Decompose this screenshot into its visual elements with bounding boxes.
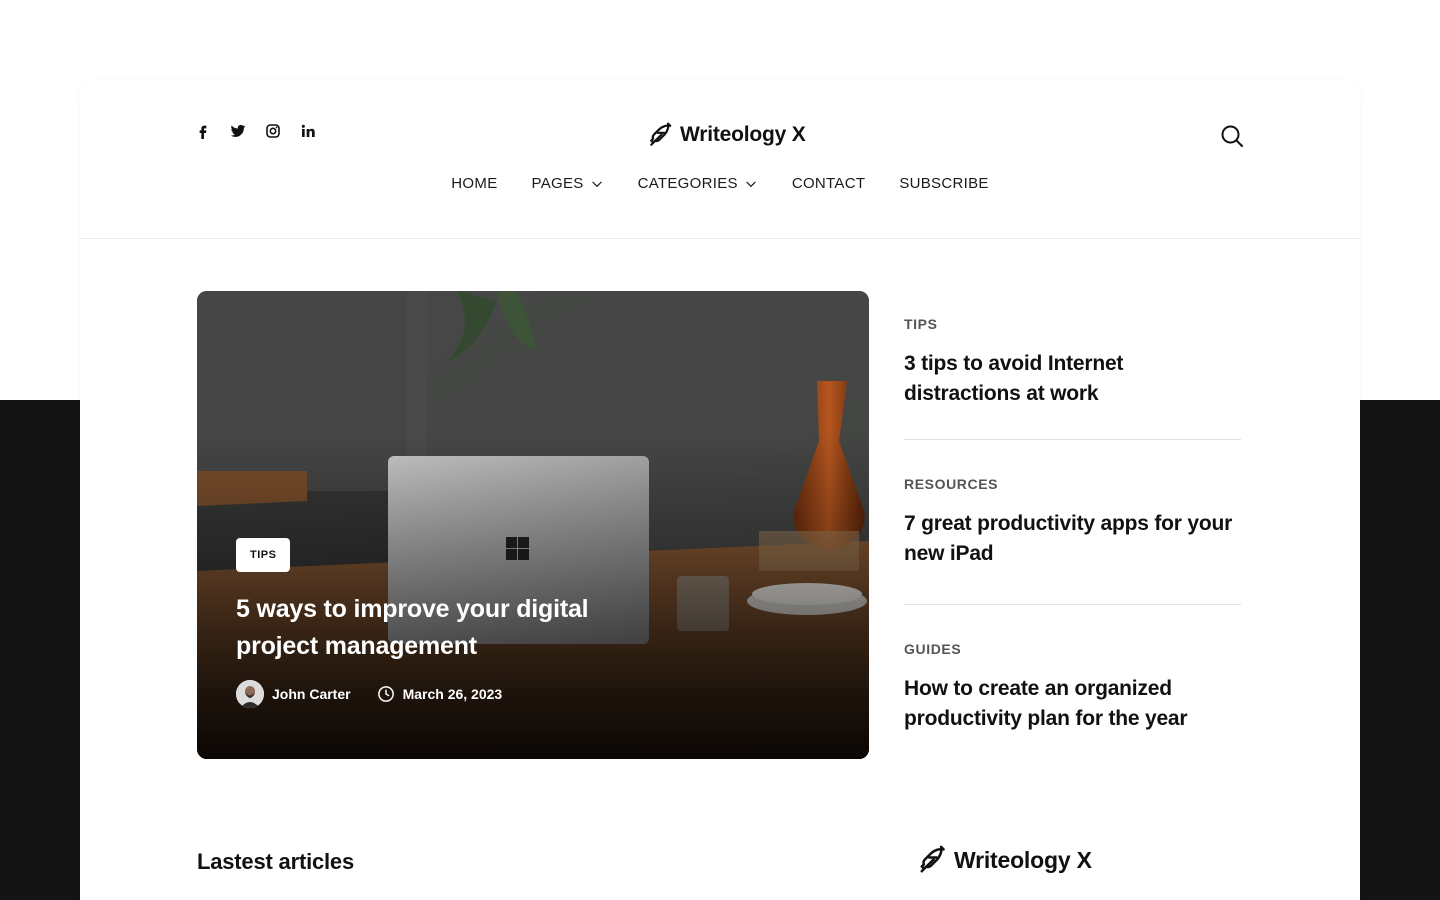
- side-post-category[interactable]: RESOURCES: [904, 476, 1241, 492]
- side-post[interactable]: RESOURCES 7 great productivity apps for …: [904, 440, 1241, 604]
- latest-articles-heading: Lastest articles: [197, 849, 354, 874]
- nav-categories-label: CATEGORIES: [637, 175, 738, 192]
- side-post-title[interactable]: 3 tips to avoid Internet distractions at…: [904, 349, 1241, 409]
- post-date-text: March 26, 2023: [402, 686, 503, 702]
- site-logo[interactable]: Writeology X: [648, 122, 806, 148]
- nav-contact-label: CONTACT: [791, 175, 866, 192]
- social-links: [194, 122, 317, 140]
- feather-pen-icon: [920, 845, 945, 873]
- side-post-category[interactable]: GUIDES: [904, 641, 1241, 657]
- page-card: Writeology X HOME PAGES CATEGORIES CONTA…: [80, 80, 1360, 900]
- featured-post[interactable]: TIPS 5 ways to improve your digital proj…: [197, 291, 869, 759]
- instagram-icon[interactable]: [264, 122, 282, 140]
- side-post-title[interactable]: How to create an organized productivity …: [904, 674, 1241, 734]
- footer-logo-text: Writeology X: [954, 846, 1092, 873]
- side-post[interactable]: TIPS 3 tips to avoid Internet distractio…: [904, 316, 1241, 439]
- twitter-icon[interactable]: [229, 122, 247, 140]
- avatar: [236, 680, 264, 708]
- nav-pages[interactable]: PAGES: [515, 175, 621, 192]
- site-header: Writeology X HOME PAGES CATEGORIES CONTA…: [80, 80, 1360, 239]
- post-date: March 26, 2023: [377, 685, 503, 703]
- side-post-title[interactable]: 7 great productivity apps for your new i…: [904, 509, 1241, 569]
- nav-subscribe-label: SUBSCRIBE: [899, 175, 989, 192]
- clock-icon: [377, 686, 394, 702]
- nav-categories[interactable]: CATEGORIES: [621, 175, 775, 192]
- featured-post-meta: John Carter March 26, 2023: [236, 680, 502, 708]
- linkedin-icon[interactable]: [299, 122, 317, 140]
- nav-home[interactable]: HOME: [434, 175, 514, 192]
- search-icon[interactable]: [1220, 124, 1244, 148]
- chevron-down-icon: [746, 181, 756, 187]
- logo-text: Writeology X: [680, 123, 806, 146]
- side-post[interactable]: GUIDES How to create an organized produc…: [904, 605, 1241, 734]
- nav-home-label: HOME: [451, 175, 498, 192]
- facebook-icon[interactable]: [194, 122, 212, 140]
- nav-contact[interactable]: CONTACT: [775, 175, 882, 192]
- author-name: John Carter: [272, 686, 351, 702]
- side-post-list: TIPS 3 tips to avoid Internet distractio…: [904, 316, 1241, 734]
- side-post-category[interactable]: TIPS: [904, 316, 1241, 332]
- main-nav: HOME PAGES CATEGORIES CONTACT SUBSCRIBE: [80, 175, 1360, 192]
- feather-pen-icon: [650, 122, 672, 146]
- author[interactable]: John Carter: [236, 680, 351, 708]
- nav-pages-label: PAGES: [531, 175, 584, 192]
- nav-subscribe[interactable]: SUBSCRIBE: [882, 175, 1005, 192]
- featured-post-title[interactable]: 5 ways to improve your digital project m…: [236, 591, 656, 665]
- footer-logo[interactable]: Writeology X: [918, 845, 1092, 875]
- featured-category-tag[interactable]: TIPS: [236, 538, 291, 572]
- chevron-down-icon: [591, 181, 602, 187]
